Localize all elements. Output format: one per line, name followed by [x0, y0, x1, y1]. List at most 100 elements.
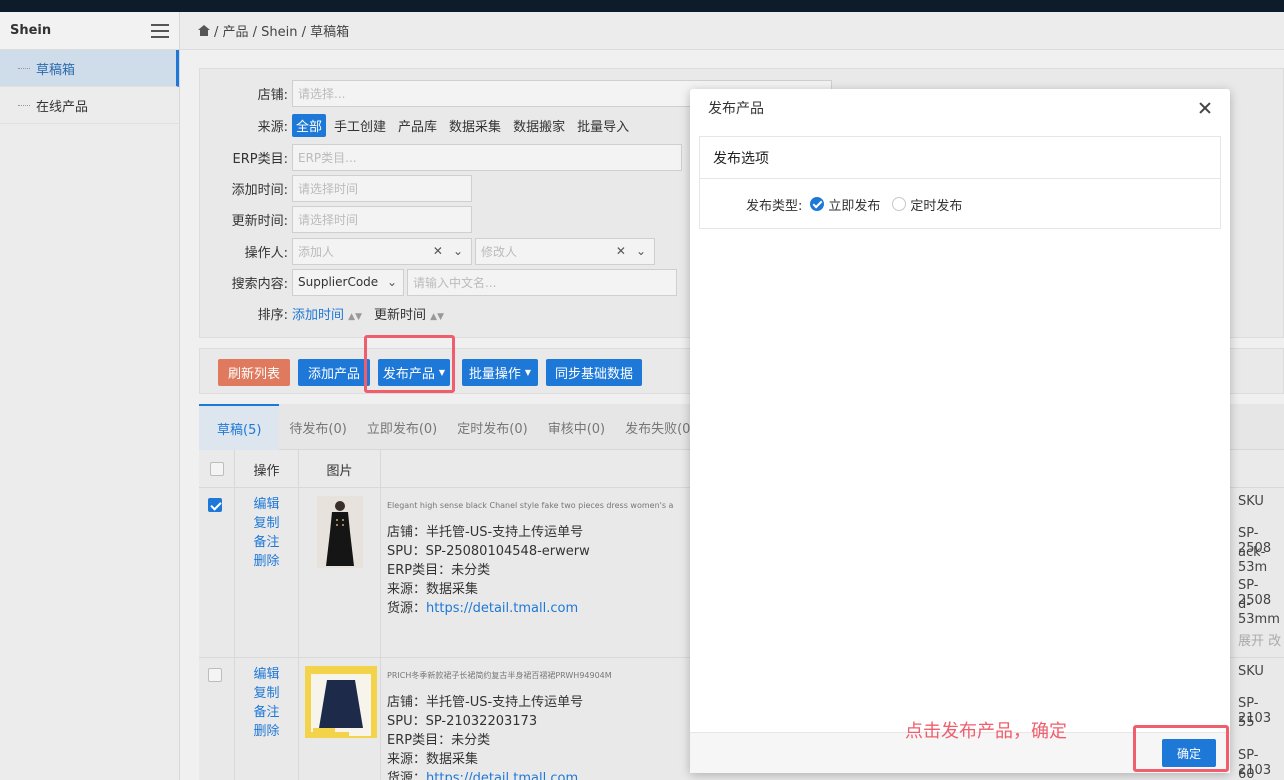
batch-operation-button[interactable]: 批量操作 ▼: [462, 359, 538, 386]
section-title: 发布选项: [700, 137, 1220, 179]
sync-data-button[interactable]: 同步基础数据: [546, 359, 642, 386]
home-icon[interactable]: [198, 25, 210, 36]
chevron-down-icon[interactable]: ⌄: [453, 244, 463, 258]
note-link[interactable]: 备注: [253, 534, 279, 551]
tab-publish-now[interactable]: 立即发布(0): [357, 404, 447, 450]
edit-link[interactable]: 编辑: [253, 666, 279, 683]
tab-reviewing[interactable]: 审核中(0): [538, 404, 615, 450]
added-time-label: 添加时间:: [231, 182, 288, 198]
store-label: 店铺:: [257, 87, 288, 103]
supply-label: 货源：: [387, 771, 427, 780]
sku-value: 55: [1238, 715, 1255, 730]
ops-header: 操作: [235, 450, 299, 488]
image-header: 图片: [299, 450, 381, 488]
clear-icon[interactable]: ✕: [433, 244, 443, 258]
erp-placeholder: ERP类目...: [298, 150, 357, 165]
refresh-button[interactable]: 刷新列表: [218, 359, 290, 386]
publish-type-row: 发布类型: 立即发布 定时发布: [700, 179, 1220, 229]
sidebar-item-drafts[interactable]: 草稿箱: [0, 50, 179, 87]
updated-time-input[interactable]: 请选择时间: [292, 205, 472, 233]
product-thumbnail[interactable]: [305, 666, 377, 738]
search-type-select[interactable]: SupplierCode ⌄: [292, 268, 404, 296]
modifier-placeholder: 修改人: [481, 244, 518, 259]
search-label: 搜索内容:: [231, 276, 288, 292]
delete-link[interactable]: 删除: [253, 553, 279, 570]
dialog-header: 发布产品: [690, 89, 1230, 127]
sku-column: SKU SP-2508 ack-53m SP-2508 d-53mm 展开 改 …: [1230, 488, 1284, 780]
publish-dialog: 发布产品 发布选项 发布类型: 立即发布 定时发布: [690, 89, 1230, 773]
publish-type-label: 发布类型:: [746, 198, 803, 214]
highlight-confirm: [1133, 725, 1229, 772]
radio-checked-icon: [810, 197, 825, 211]
dialog-title: 发布产品: [708, 101, 764, 117]
search-input[interactable]: 请输入中文名...: [407, 268, 677, 296]
search-type-value: SupplierCode: [298, 275, 379, 289]
caret-down-icon: ▼: [524, 368, 532, 377]
sidebar-item-online-products[interactable]: 在线产品: [0, 87, 179, 124]
source-library[interactable]: 产品库: [394, 114, 441, 137]
added-time-input[interactable]: 请选择时间: [292, 174, 472, 202]
search-placeholder: 请输入中文名...: [413, 275, 497, 290]
expand-link[interactable]: 展开 改: [1238, 630, 1281, 649]
adder-placeholder: 添加人: [298, 244, 335, 259]
source-all[interactable]: 全部: [292, 113, 327, 137]
radio-publish-now[interactable]: 立即发布: [810, 195, 880, 214]
updated-time-label: 更新时间:: [231, 213, 288, 229]
supply-link[interactable]: https://detail.tmall.com: [426, 601, 578, 616]
sku-value: d-53mm: [1238, 597, 1280, 627]
radio-scheduled[interactable]: 定时发布: [892, 195, 962, 214]
sort-icon: ▲▼: [430, 311, 444, 322]
sort-added-label: 添加时间: [292, 307, 345, 323]
option-scheduled-label: 定时发布: [910, 198, 963, 214]
modifier-select[interactable]: 修改人 ✕ ⌄: [475, 237, 655, 265]
delete-link[interactable]: 删除: [253, 723, 279, 740]
sort-icon: ▲▼: [348, 311, 362, 322]
breadcrumb: / 产品 / Shein / 草稿箱: [180, 12, 1284, 50]
tab-scheduled[interactable]: 定时发布(0): [447, 404, 537, 450]
supply-link[interactable]: https://detail.tmall.com: [426, 771, 578, 780]
menu-icon[interactable]: [151, 23, 169, 38]
source-collect[interactable]: 数据采集: [445, 114, 505, 137]
sidebar-item-label: 草稿箱: [36, 62, 76, 78]
adder-select[interactable]: 添加人 ✕ ⌄: [292, 237, 472, 265]
sort-updated-label: 更新时间: [374, 307, 427, 323]
sku-value: 60: [1238, 767, 1255, 780]
source-import[interactable]: 批量导入: [573, 114, 633, 137]
top-bar: [0, 0, 1284, 12]
operator-label: 操作人:: [244, 245, 288, 261]
note-link[interactable]: 备注: [253, 704, 279, 721]
sidebar-header: Shein: [0, 12, 179, 50]
source-manual[interactable]: 手工创建: [330, 114, 390, 137]
clear-icon[interactable]: ✕: [616, 244, 626, 258]
erp-category-input[interactable]: ERP类目...: [292, 143, 682, 171]
source-label: 来源:: [257, 119, 288, 135]
highlight-publish: [364, 335, 455, 393]
sidebar-item-label: 在线产品: [36, 99, 89, 115]
copy-link[interactable]: 复制: [253, 515, 279, 532]
add-product-button[interactable]: 添加产品: [298, 359, 370, 386]
store-placeholder: 请选择...: [298, 86, 346, 101]
tab-drafts[interactable]: 草稿(5): [199, 404, 280, 450]
source-move[interactable]: 数据搬家: [509, 114, 569, 137]
sku-header: SKU: [1238, 494, 1264, 509]
sort-by-added[interactable]: 添加时间 ▲▼: [292, 304, 362, 323]
sidebar: Shein 草稿箱 在线产品: [0, 12, 180, 780]
chevron-down-icon: ⌄: [386, 274, 397, 289]
product-thumbnail[interactable]: [317, 496, 363, 568]
copy-link[interactable]: 复制: [253, 685, 279, 702]
erp-label: ERP类目:: [232, 151, 288, 167]
close-icon[interactable]: [1198, 101, 1212, 115]
tab-pending[interactable]: 待发布(0): [279, 404, 356, 450]
sort-by-updated[interactable]: 更新时间 ▲▼: [374, 304, 444, 323]
select-all-checkbox[interactable]: [209, 462, 224, 476]
publish-options-box: 发布选项 发布类型: 立即发布 定时发布: [699, 136, 1221, 229]
added-time-placeholder: 请选择时间: [298, 181, 359, 196]
updated-time-placeholder: 请选择时间: [298, 212, 359, 227]
edit-link[interactable]: 编辑: [253, 496, 279, 513]
chevron-down-icon[interactable]: ⌄: [636, 244, 646, 258]
row-checkbox[interactable]: [208, 498, 222, 512]
row-checkbox[interactable]: [208, 668, 222, 682]
supply-label: 货源：: [387, 601, 427, 616]
batch-label: 批量操作: [468, 367, 521, 382]
radio-unchecked-icon: [892, 197, 907, 211]
